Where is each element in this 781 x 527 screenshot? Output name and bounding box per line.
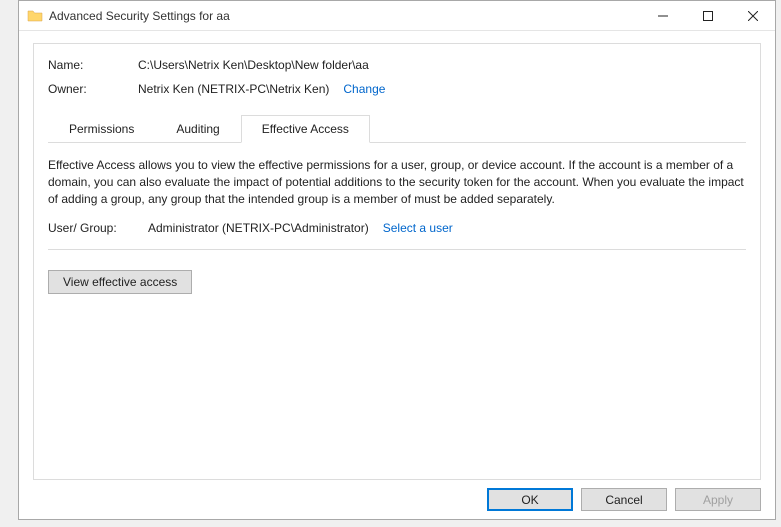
- owner-value: Netrix Ken (NETRIX-PC\Netrix Ken): [138, 82, 329, 96]
- apply-button[interactable]: Apply: [675, 488, 761, 511]
- view-effective-access-button[interactable]: View effective access: [48, 270, 192, 294]
- minimize-button[interactable]: [640, 1, 685, 30]
- user-group-label: User/ Group:: [48, 221, 148, 235]
- inner-panel: Name: C:\Users\Netrix Ken\Desktop\New fo…: [33, 43, 761, 480]
- effective-access-tab-body: Effective Access allows you to view the …: [48, 143, 746, 469]
- name-value: C:\Users\Netrix Ken\Desktop\New folder\a…: [138, 58, 369, 72]
- cancel-button[interactable]: Cancel: [581, 488, 667, 511]
- user-group-row: User/ Group: Administrator (NETRIX-PC\Ad…: [48, 221, 746, 250]
- folder-icon: [27, 8, 43, 24]
- tab-permissions[interactable]: Permissions: [48, 115, 155, 143]
- select-user-link[interactable]: Select a user: [383, 221, 453, 235]
- effective-access-description: Effective Access allows you to view the …: [48, 157, 746, 207]
- maximize-button[interactable]: [685, 1, 730, 30]
- tab-effective-access[interactable]: Effective Access: [241, 115, 370, 143]
- tab-strip: Permissions Auditing Effective Access: [48, 114, 746, 143]
- owner-row: Owner: Netrix Ken (NETRIX-PC\Netrix Ken)…: [48, 82, 746, 96]
- owner-label: Owner:: [48, 82, 138, 96]
- name-label: Name:: [48, 58, 138, 72]
- dialog-content: Name: C:\Users\Netrix Ken\Desktop\New fo…: [19, 31, 775, 519]
- user-group-value: Administrator (NETRIX-PC\Administrator): [148, 221, 369, 235]
- close-button[interactable]: [730, 1, 775, 30]
- window-controls: [640, 1, 775, 30]
- ok-button[interactable]: OK: [487, 488, 573, 511]
- window-title: Advanced Security Settings for aa: [49, 9, 640, 23]
- tab-auditing[interactable]: Auditing: [155, 115, 240, 143]
- advanced-security-dialog: Advanced Security Settings for aa Name: …: [18, 0, 776, 520]
- dialog-button-row: OK Cancel Apply: [33, 480, 761, 511]
- name-row: Name: C:\Users\Netrix Ken\Desktop\New fo…: [48, 58, 746, 72]
- titlebar: Advanced Security Settings for aa: [19, 1, 775, 31]
- change-owner-link[interactable]: Change: [343, 82, 385, 96]
